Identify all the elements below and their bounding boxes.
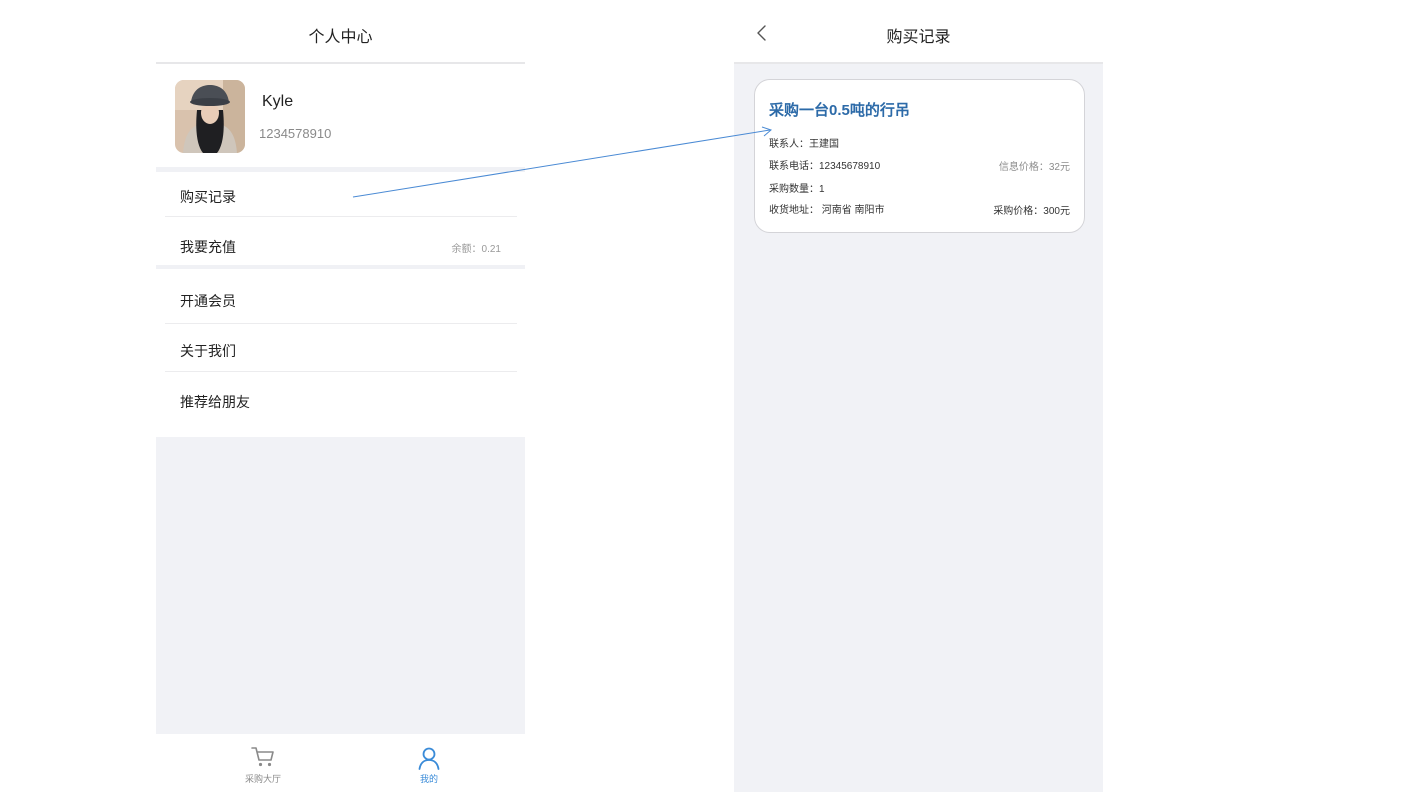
tab-label: 我的 — [419, 774, 438, 784]
user-name: Kyle — [262, 93, 294, 110]
menu-item-label: 推荐给朋友 — [180, 394, 250, 410]
user-icon — [418, 747, 440, 770]
user-phone: 1234578910 — [259, 126, 332, 141]
purchase-records-screen: 购买记录 采购一台0.5吨的行吊 联系人：王建国 联系电话：1234567891… — [734, 0, 1103, 792]
avatar[interactable] — [175, 80, 245, 153]
user-profile-card[interactable]: Kyle 1234578910 — [156, 64, 525, 167]
menu-item-recharge[interactable]: 我要充值 余额：0.21 — [156, 217, 525, 265]
profile-header: 个人中心 — [156, 0, 525, 64]
tab-bar: 采购大厅 我的 — [156, 734, 525, 792]
page-title: 个人中心 — [308, 29, 373, 46]
records-header: 购买记录 — [734, 0, 1103, 64]
record-purchase-price: 采购价格：300元 — [993, 206, 1070, 217]
cart-icon — [251, 747, 274, 767]
tab-purchase-hall[interactable]: 采购大厅 — [223, 734, 303, 792]
tab-mine[interactable]: 我的 — [389, 734, 469, 792]
record-info-price: 信息价格：32元 — [998, 162, 1070, 173]
page-title: 购买记录 — [886, 29, 951, 46]
tab-label: 采购大厅 — [244, 774, 281, 784]
record-quantity: 采购数量：1 — [769, 184, 825, 195]
record-phone: 联系电话：12345678910 — [769, 161, 881, 172]
record-title: 采购一台0.5吨的行吊 — [769, 102, 910, 119]
menu-item-membership[interactable]: 开通会员 — [156, 269, 525, 323]
menu-item-label: 我要充值 — [180, 239, 236, 255]
purchase-record-card[interactable]: 采购一台0.5吨的行吊 联系人：王建国 联系电话：12345678910 信息价… — [754, 79, 1085, 233]
menu-item-about-us[interactable]: 关于我们 — [156, 324, 525, 371]
menu-item-recommend[interactable]: 推荐给朋友 — [156, 372, 525, 437]
profile-screen: 个人中心 Kyle 1234578910 购买记录 我要充值 余额：0.21 开… — [156, 0, 525, 792]
record-address: 收货地址： 河南省 南阳市 — [769, 205, 885, 216]
empty-area — [156, 437, 525, 734]
menu-item-label: 开通会员 — [180, 293, 236, 309]
menu-item-purchase-records[interactable]: 购买记录 — [156, 172, 525, 216]
menu-item-label: 关于我们 — [180, 343, 236, 359]
record-contact: 联系人：王建国 — [769, 139, 839, 150]
menu-item-label: 购买记录 — [180, 189, 236, 205]
balance-text: 余额：0.21 — [451, 244, 501, 255]
